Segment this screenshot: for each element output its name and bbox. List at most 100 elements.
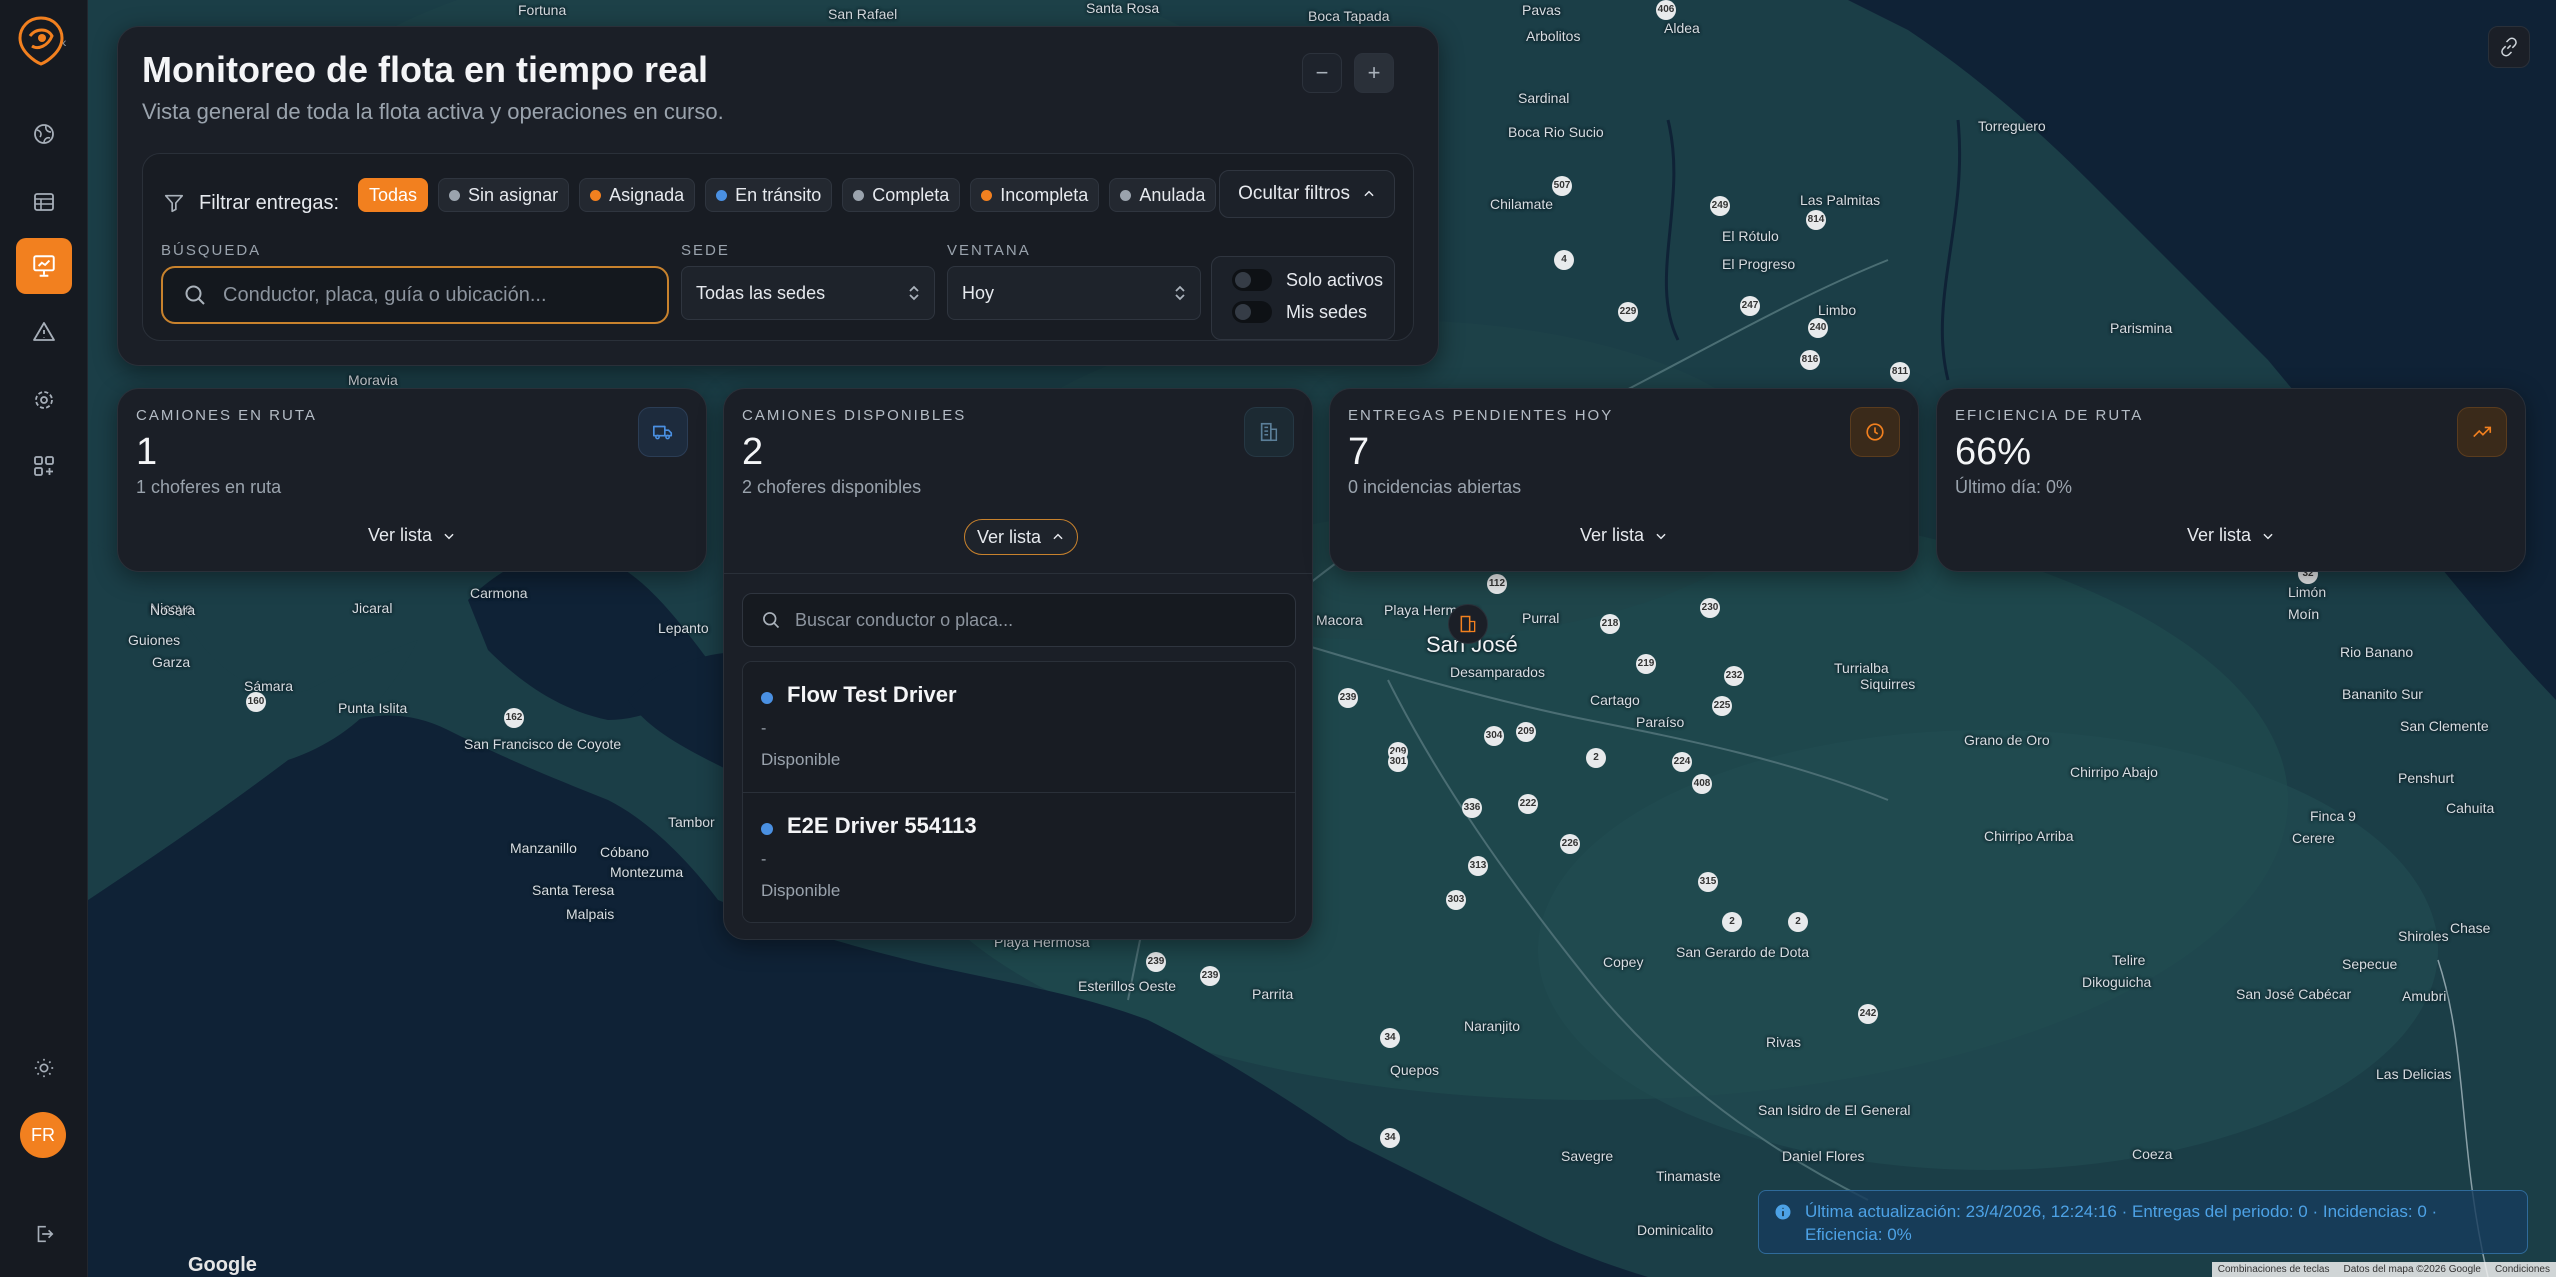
map-label: Aldea (1664, 20, 1700, 36)
depot-marker[interactable] (1448, 604, 1488, 644)
nav-alerts[interactable] (16, 304, 72, 360)
theme-toggle[interactable] (16, 1040, 72, 1096)
map-label: Shiroles (2398, 928, 2449, 944)
warning-icon (33, 322, 55, 341)
card-value: 7 (1348, 431, 1370, 473)
zoom-out-button[interactable]: − (1302, 53, 1342, 93)
toggle-switch[interactable] (1232, 269, 1272, 291)
chip-label: Incompleta (1000, 184, 1089, 205)
map-label: Boca Tapada (1308, 8, 1390, 24)
map-label: Boca Rio Sucio (1508, 124, 1604, 140)
map-label: Arbolitos (1526, 28, 1581, 44)
info-icon (1775, 1204, 1791, 1220)
status-dot (761, 823, 773, 835)
map-label: El Rótulo (1722, 228, 1779, 244)
updown-icon (909, 285, 919, 301)
map-label: Sámara (244, 678, 294, 694)
driver-name: Flow Test Driver (787, 682, 957, 707)
map-label: Malpais (566, 906, 615, 922)
building-icon (1460, 615, 1476, 633)
status-toast: Última actualización: 23/4/2026, 12:24:1… (1758, 1190, 2528, 1254)
map-label: Grano de Oro (1964, 732, 2050, 748)
card-subtitle: 2 choferes disponibles (742, 477, 922, 497)
toggle-mis-sedes[interactable]: Mis sedes (1232, 301, 1367, 323)
trending-up-icon (2457, 407, 2507, 457)
map-label: Bananito Sur (2342, 686, 2423, 702)
sede-value: Todas las sedes (696, 282, 826, 303)
search-field[interactable] (161, 266, 669, 324)
app-logo[interactable] (18, 16, 64, 66)
terms-link[interactable]: Condiciones (2495, 1264, 2550, 1275)
ver-lista-button[interactable]: Ver lista (964, 519, 1079, 555)
truck-icon (638, 407, 688, 457)
filter-icon (164, 194, 184, 213)
filter-chips: Todas Sin asignar Asignada En tránsito C… (358, 178, 1217, 212)
ver-lista-label: Ver lista (1579, 525, 1645, 545)
driver-search-field[interactable] (742, 593, 1296, 647)
sede-select[interactable]: Todas las sedes (681, 266, 935, 320)
nav-globe[interactable] (16, 106, 72, 162)
map-label: Garza (152, 654, 191, 670)
map-label: Chirripo Arriba (1984, 828, 2074, 844)
nav-apps[interactable] (16, 438, 72, 494)
chip-todas[interactable]: Todas (358, 178, 429, 212)
logout-button[interactable] (16, 1206, 72, 1262)
search-input[interactable] (223, 283, 643, 307)
map-label: Pavas (1522, 2, 1561, 18)
zoom-in-button[interactable]: + (1354, 53, 1394, 93)
map-footer: Combinaciones de teclas Datos del mapa ©… (2211, 1262, 2556, 1277)
collapse-sidebar-icon[interactable]: ‹ (62, 34, 67, 50)
status-dot (1120, 189, 1132, 201)
status-dot (981, 189, 993, 201)
sun-icon (34, 1058, 54, 1078)
avatar[interactable]: FR (20, 1112, 66, 1158)
minus-icon: − (1315, 60, 1329, 85)
sede-label: SEDE (681, 242, 730, 259)
chip-en-transito[interactable]: En tránsito (705, 178, 833, 212)
keyboard-shortcuts-link[interactable]: Combinaciones de teclas (2218, 1264, 2330, 1275)
share-link-button[interactable] (2488, 26, 2530, 68)
hide-filters-label: Ocultar filtros (1238, 183, 1350, 204)
map-label: Lepanto (658, 620, 709, 636)
map-label: Guiones (128, 632, 181, 648)
toggle-solo-activos[interactable]: Solo activos (1232, 269, 1383, 291)
nav-settings[interactable] (16, 372, 72, 428)
toggle-switch[interactable] (1232, 301, 1272, 323)
ver-lista-button[interactable]: Ver lista (1937, 525, 2525, 546)
plus-icon: + (1367, 60, 1381, 85)
chip-sin-asignar[interactable]: Sin asignar (438, 178, 570, 212)
map-label: Cerere (2292, 830, 2335, 846)
hide-filters-button[interactable]: Ocultar filtros (1219, 170, 1395, 218)
table-icon (34, 193, 54, 211)
status-dot (716, 189, 728, 201)
header-panel: Monitoreo de flota en tiempo real Vista … (117, 26, 1439, 366)
chip-asignada[interactable]: Asignada (579, 178, 696, 212)
card-value: 66% (1955, 431, 2032, 473)
map-label: Tinamaste (1656, 1168, 1721, 1184)
card-trucks-available: CAMIONES DISPONIBLES 2 2 choferes dispon… (723, 388, 1313, 940)
driver-item[interactable]: Flow Test Driver - Disponible (743, 662, 1295, 792)
map-label: Manzanillo (510, 840, 577, 856)
map-label: Cóbano (600, 844, 650, 860)
ventana-select[interactable]: Hoy (947, 266, 1201, 320)
sidebar: ‹ FR (0, 0, 88, 1277)
driver-item[interactable]: E2E Driver 554113 - Disponible (743, 792, 1295, 922)
chip-anulada[interactable]: Anulada (1109, 178, 1217, 212)
driver-search-input[interactable] (795, 609, 1275, 631)
map-label: Dominicalito (1637, 1222, 1714, 1238)
nav-monitor[interactable] (16, 238, 72, 294)
driver-status: Disponible (761, 750, 841, 769)
ver-lista-button[interactable]: Ver lista (1330, 525, 1918, 546)
nav-table[interactable] (16, 174, 72, 230)
map-label: Esterillos Oeste (1078, 978, 1177, 994)
card-subtitle: 0 incidencias abiertas (1348, 477, 1522, 497)
map-label: Moín (2288, 606, 2320, 622)
link-icon (2501, 37, 2517, 57)
chip-incompleta[interactable]: Incompleta (970, 178, 1100, 212)
updown-icon (1175, 285, 1185, 301)
ver-lista-button[interactable]: Ver lista (118, 525, 706, 546)
card-title: EFICIENCIA DE RUTA (1955, 407, 2144, 424)
card-pending-deliveries: ENTREGAS PENDIENTES HOY 7 0 incidencias … (1329, 388, 1919, 572)
map-label: Siquirres (1860, 676, 1916, 692)
chip-completa[interactable]: Completa (842, 178, 961, 212)
